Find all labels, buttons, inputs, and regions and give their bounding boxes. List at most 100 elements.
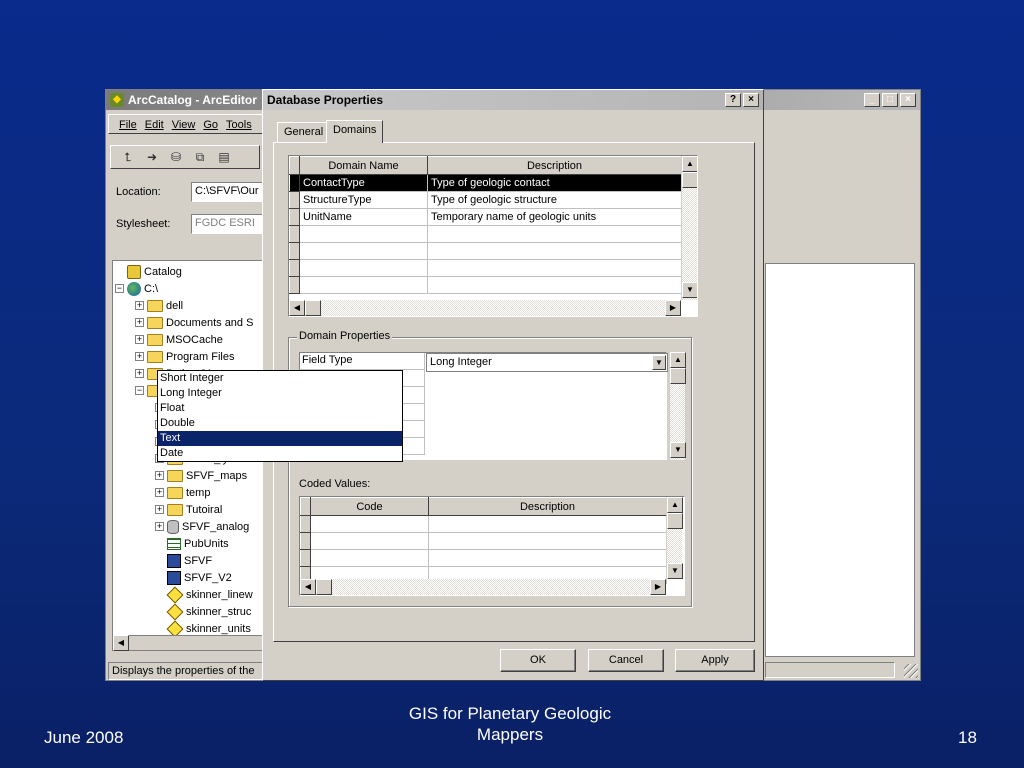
coded-description-cell[interactable]	[428, 515, 667, 533]
scroll-left-icon[interactable]: ◀	[289, 300, 305, 316]
domain-name-cell[interactable]	[299, 225, 428, 243]
table-row[interactable]	[300, 515, 667, 533]
domains-grid[interactable]: Domain Name Description ContactType Type …	[288, 155, 698, 317]
domains-vscroll-thumb[interactable]	[682, 172, 697, 188]
scroll-down-icon[interactable]: ▼	[667, 563, 683, 579]
maximize-button[interactable]: □	[882, 93, 898, 107]
expand-icon[interactable]: +	[135, 369, 144, 378]
scroll-left-icon[interactable]: ◀	[300, 579, 316, 595]
domain-description-cell[interactable]: Type of geologic structure	[427, 191, 682, 209]
coded-description-header[interactable]: Description	[428, 497, 667, 516]
domain-name-cell[interactable]	[299, 242, 428, 260]
location-combo[interactable]: C:\SFVF\Our	[191, 182, 271, 202]
coded-hscroll-thumb[interactable]	[316, 579, 332, 595]
domain-name-cell[interactable]: StructureType	[299, 191, 428, 209]
domain-name-cell[interactable]	[299, 259, 428, 277]
scroll-right-icon[interactable]: ▶	[665, 300, 681, 316]
coded-description-cell[interactable]	[428, 532, 667, 550]
coded-values-grid[interactable]: Code Description ▲ ▼ ◀ ▶	[299, 496, 685, 596]
domain-name-cell[interactable]: UnitName	[299, 208, 428, 226]
tree-item[interactable]: + SFVF_maps	[155, 467, 247, 484]
dropdown-option[interactable]: Text	[158, 431, 402, 446]
row-selector[interactable]	[289, 276, 300, 294]
domain-description-cell[interactable]: Type of geologic contact	[427, 174, 682, 192]
tree-item[interactable]: + Documents and S	[135, 314, 253, 331]
table-row[interactable]: ContactType Type of geologic contact	[289, 174, 682, 192]
cancel-button[interactable]: Cancel	[588, 649, 664, 672]
expand-icon[interactable]: +	[135, 301, 144, 310]
row-selector[interactable]	[289, 225, 300, 243]
expand-icon[interactable]: +	[135, 335, 144, 344]
tree-item[interactable]: − C:\	[115, 280, 158, 297]
domain-description-cell[interactable]	[427, 259, 682, 277]
properties-vscroll-thumb[interactable]	[670, 368, 686, 384]
resize-grip-icon[interactable]	[904, 664, 918, 678]
tree-item[interactable]: skinner_struc	[155, 603, 251, 620]
expand-icon[interactable]: +	[135, 352, 144, 361]
scroll-down-icon[interactable]: ▼	[670, 442, 686, 458]
paste-icon[interactable]: ▤	[215, 149, 233, 165]
help-button[interactable]: ?	[725, 93, 741, 107]
menu-edit[interactable]: Edit	[145, 119, 164, 131]
table-row[interactable]	[289, 225, 682, 243]
code-cell[interactable]	[310, 515, 429, 533]
scroll-left-icon[interactable]: ◀	[113, 635, 129, 651]
tree-item[interactable]: SFVF	[155, 552, 212, 569]
tab-domains[interactable]: Domains	[326, 120, 384, 143]
table-row[interactable]	[289, 242, 682, 260]
tree-item[interactable]: Catalog	[115, 263, 182, 280]
row-selector[interactable]	[289, 242, 300, 260]
row-selector[interactable]	[300, 549, 311, 567]
contents-pane[interactable]	[765, 263, 915, 657]
expand-icon[interactable]: +	[155, 522, 164, 531]
minimize-button[interactable]: _	[864, 93, 880, 107]
menu-view[interactable]: View	[172, 119, 196, 131]
apply-button[interactable]: Apply	[675, 649, 755, 672]
expand-icon[interactable]: +	[155, 505, 164, 514]
table-row[interactable]	[300, 549, 667, 567]
coded-vscroll-thumb[interactable]	[667, 513, 683, 529]
coded-hscrollbar[interactable]: ◀ ▶	[300, 579, 666, 595]
domains-hscrollbar[interactable]: ◀ ▶	[289, 300, 681, 316]
tree-item[interactable]: PubUnits	[155, 535, 229, 552]
table-row[interactable]: UnitName Temporary name of geologic units	[289, 208, 682, 226]
dropdown-option[interactable]: Long Integer	[158, 386, 402, 401]
menu-go[interactable]: Go	[203, 119, 218, 131]
domain-description-cell[interactable]	[427, 276, 682, 294]
dialog-close-button[interactable]: ×	[743, 93, 759, 107]
tree-item[interactable]: + dell	[135, 297, 183, 314]
scroll-right-icon[interactable]: ▶	[650, 579, 666, 595]
field-type-select[interactable]: Long Integer ▼	[426, 353, 668, 372]
tab-general[interactable]: General	[277, 122, 331, 142]
row-selector[interactable]	[300, 515, 311, 533]
tree-item[interactable]: + temp	[155, 484, 210, 501]
dropdown-option[interactable]: Float	[158, 401, 402, 416]
table-row[interactable]	[300, 532, 667, 550]
domains-hscroll-thumb[interactable]	[305, 300, 321, 316]
domains-vscrollbar[interactable]: ▲ ▼	[681, 156, 697, 300]
tree-item[interactable]: + MSOCache	[135, 331, 223, 348]
connect-folder-icon[interactable]: ➜	[143, 149, 161, 165]
copy-icon[interactable]: ⧉	[191, 149, 209, 165]
coded-description-cell[interactable]	[428, 549, 667, 567]
domain-description-cell[interactable]	[427, 225, 682, 243]
row-selector[interactable]	[289, 259, 300, 277]
domain-description-cell[interactable]	[427, 242, 682, 260]
dropdown-option[interactable]: Short Integer	[158, 371, 402, 386]
expand-icon[interactable]: +	[135, 318, 144, 327]
tree-item[interactable]: + Tutoiral	[155, 501, 222, 518]
expand-icon[interactable]: +	[155, 488, 164, 497]
up-one-level-icon[interactable]: ⮤	[119, 149, 137, 165]
ok-button[interactable]: OK	[500, 649, 576, 672]
domain-name-header[interactable]: Domain Name	[299, 156, 428, 175]
row-selector[interactable]	[289, 208, 300, 226]
properties-vscrollbar[interactable]: ▲ ▼	[669, 352, 686, 460]
close-button[interactable]: ×	[900, 93, 916, 107]
row-selector[interactable]	[289, 174, 300, 192]
table-row[interactable]	[289, 259, 682, 277]
collapse-icon[interactable]: −	[115, 284, 124, 293]
chevron-down-icon[interactable]: ▼	[652, 355, 666, 370]
tree-item[interactable]: SFVF_V2	[155, 569, 232, 586]
dropdown-option[interactable]: Date	[158, 446, 402, 461]
table-row[interactable]: StructureType Type of geologic structure	[289, 191, 682, 209]
